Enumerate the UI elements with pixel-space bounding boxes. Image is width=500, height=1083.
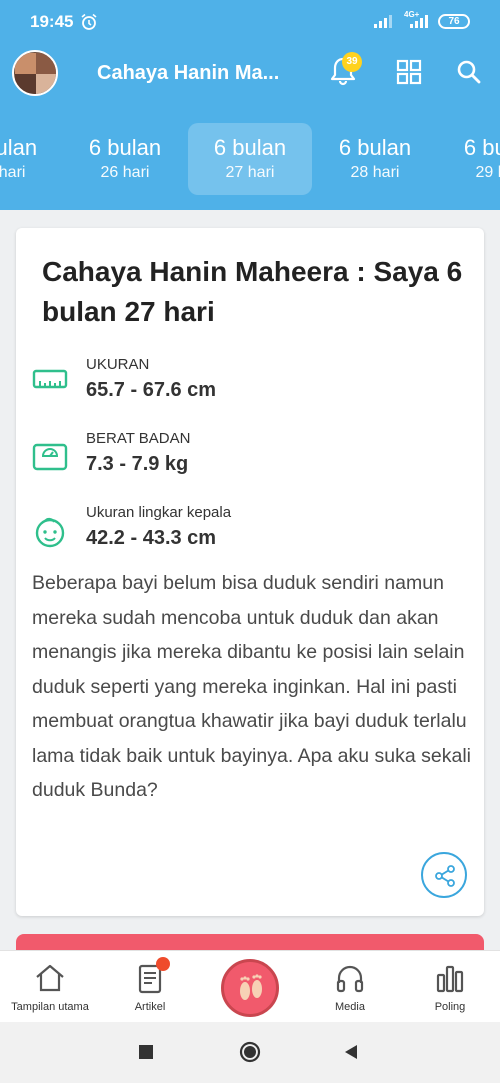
metric-value: 65.7 - 67.6 cm: [86, 379, 217, 401]
metric-value: 7.3 - 7.9 kg: [86, 453, 189, 475]
footprints-icon: [240, 974, 262, 1000]
share-button[interactable]: [421, 852, 467, 898]
app-title: Cahaya Hanin Ma...: [97, 62, 280, 84]
tab-sublabel: 28 hari: [350, 164, 400, 181]
ruler-icon: [32, 369, 68, 389]
tab-label: 6 bulan: [213, 135, 287, 160]
metric-value: 42.2 - 43.3 cm: [86, 527, 217, 549]
nav-home[interactable]: Tampilan utama: [0, 951, 100, 1023]
search-icon[interactable]: [456, 59, 482, 85]
nav-label: Media: [335, 1001, 365, 1013]
system-navigation-bar: [0, 1022, 500, 1083]
bottom-navigation: Tampilan utama Artikel Media Poling: [0, 950, 500, 1022]
nav-label: Poling: [434, 1001, 466, 1013]
milestone-description: Beberapa bayi belum bisa duduk sendiri n…: [32, 572, 472, 801]
nav-label: Artikel: [134, 1001, 166, 1013]
tab-label: 6 bulan: [0, 135, 38, 160]
battery-indicator: 76: [438, 14, 470, 29]
metric-head: Ukuran lingkar kepala 42.2 - 43.3 cm: [32, 502, 462, 562]
share-icon: [435, 865, 455, 887]
signal-icon: [374, 15, 392, 28]
tab-6-bulan-26-hari[interactable]: 6 bulan 26 hari: [63, 123, 187, 195]
article-notification-dot: [156, 957, 170, 971]
tab-label: 6 bulan: [88, 135, 162, 160]
nav-article[interactable]: Artikel: [100, 951, 200, 1023]
metric-label: UKURAN: [86, 356, 150, 373]
home-button-icon[interactable]: [239, 1041, 261, 1063]
tab-6-bulan-25-hari[interactable]: 6 bulan 25 hari: [0, 123, 63, 195]
tab-sublabel: 26 hari: [100, 164, 150, 181]
tab-label: 6 bulan: [463, 135, 500, 160]
growth-card: Cahaya Hanin Maheera : Saya 6 bulan 27 h…: [16, 228, 484, 916]
nav-media[interactable]: Media: [300, 951, 400, 1023]
headphones-icon: [336, 965, 364, 993]
age-tabs: 6 bulan 25 hari 6 bulan 26 hari 6 bulan …: [0, 114, 500, 210]
notification-badge: 39: [342, 52, 362, 72]
status-bar: 19:45 4G+ 76: [0, 0, 500, 44]
metric-label: BERAT BADAN: [86, 430, 191, 447]
center-action-button[interactable]: [221, 959, 279, 1017]
grid-icon[interactable]: [396, 59, 422, 85]
poll-icon: [436, 965, 464, 993]
tab-label: 6 bulan: [338, 135, 412, 160]
metric-weight: BERAT BADAN 7.3 - 7.9 kg: [32, 428, 462, 488]
tab-6-bulan-28-hari[interactable]: 6 bulan 28 hari: [313, 123, 437, 195]
avatar[interactable]: [12, 50, 58, 96]
app-bar: Cahaya Hanin Ma... 39: [0, 44, 500, 114]
recent-apps-icon[interactable]: [138, 1044, 154, 1060]
home-icon: [36, 964, 64, 992]
card-title: Cahaya Hanin Maheera : Saya 6 bulan 27 h…: [42, 256, 463, 327]
scale-icon: [32, 443, 68, 471]
baby-face-icon: [35, 517, 65, 548]
alarm-icon: [81, 13, 97, 30]
status-time: 19:45: [30, 12, 74, 31]
tab-6-bulan-29-hari[interactable]: 6 bulan 29 hari: [438, 123, 500, 195]
tab-sublabel: 29 hari: [475, 164, 500, 181]
tab-sublabel: 25 hari: [0, 164, 26, 181]
back-icon[interactable]: [343, 1044, 359, 1060]
metric-label: Ukuran lingkar kepala: [86, 504, 232, 521]
metric-length: UKURAN 65.7 - 67.6 cm: [32, 354, 462, 414]
tab-6-bulan-27-hari[interactable]: 6 bulan 27 hari: [188, 123, 312, 195]
nav-poll[interactable]: Poling: [400, 951, 500, 1023]
signal-icon-2: [410, 15, 428, 28]
tab-sublabel: 27 hari: [225, 164, 275, 181]
nav-label: Tampilan utama: [11, 1001, 89, 1013]
